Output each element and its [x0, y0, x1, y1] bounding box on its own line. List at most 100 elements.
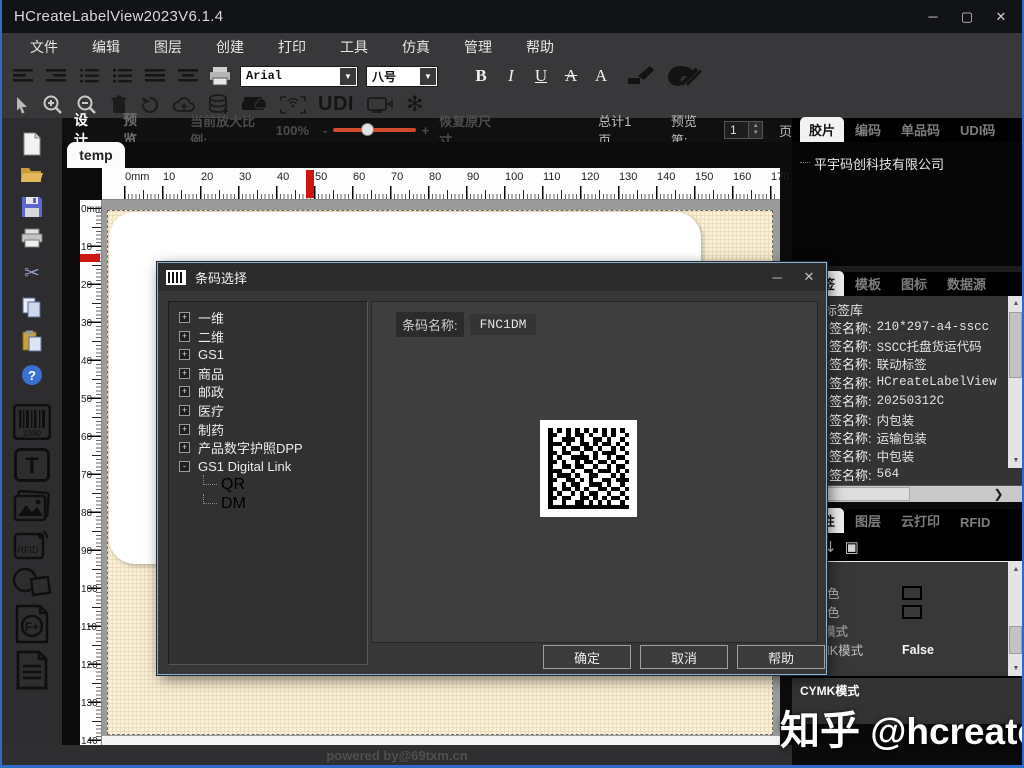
italic-button[interactable]: I: [496, 66, 526, 86]
print-icon[interactable]: [208, 66, 232, 86]
menu-item-4[interactable]: 打印: [264, 34, 320, 60]
zoom-in-icon[interactable]: [42, 94, 64, 116]
color-swatch[interactable]: [902, 586, 922, 600]
align-justify-icon[interactable]: [145, 68, 167, 84]
bold-button[interactable]: B: [466, 66, 496, 86]
tree-child-node[interactable]: DM: [203, 494, 246, 513]
scroll-up-icon[interactable]: ▲: [1008, 296, 1024, 311]
tab-labels-1[interactable]: 模板: [846, 271, 890, 296]
brush-icon[interactable]: [624, 64, 658, 88]
scroll-right-icon[interactable]: ❯: [990, 486, 1007, 502]
expand-icon[interactable]: +: [179, 442, 190, 453]
tree-node[interactable]: +邮政: [179, 382, 224, 401]
tree-node[interactable]: +二维: [179, 327, 224, 346]
list-item[interactable]: +标签名称:联动标签: [800, 355, 998, 373]
scroll-down-icon[interactable]: ▼: [1008, 453, 1024, 468]
align-right-icon[interactable]: [46, 68, 68, 84]
menu-item-5[interactable]: 工具: [326, 34, 382, 60]
help-icon[interactable]: ?: [21, 364, 43, 386]
color-swatch[interactable]: [902, 605, 922, 619]
tree-node[interactable]: +GS1: [179, 345, 224, 364]
help-button[interactable]: 帮助: [737, 645, 825, 669]
tab-props-3[interactable]: RFID: [951, 512, 999, 533]
tab-props-2[interactable]: 云打印: [892, 508, 949, 533]
tree-node[interactable]: +制药: [179, 420, 224, 439]
menu-item-6[interactable]: 仿真: [388, 34, 444, 60]
page-number-stepper[interactable]: ▲▼: [749, 121, 763, 139]
save-icon[interactable]: [21, 196, 43, 218]
tree-node[interactable]: +产品数字护照DPP: [179, 438, 303, 457]
ok-button[interactable]: 确定: [543, 645, 631, 669]
vertical-scrollbar[interactable]: ▲ ▼: [1008, 562, 1024, 676]
video-camera-icon[interactable]: [366, 95, 396, 115]
udi-button[interactable]: UDI: [318, 93, 354, 116]
barcode-tool-icon[interactable]: 2390: [13, 404, 51, 440]
close-button[interactable]: ✕: [986, 4, 1016, 30]
tab-labels-2[interactable]: 图标: [892, 271, 936, 296]
expand-icon[interactable]: +: [179, 424, 190, 435]
list-item[interactable]: +标签名称:运输包装: [800, 428, 998, 446]
document-tool-icon[interactable]: [15, 650, 49, 690]
list-item[interactable]: +标签名称:中包装: [800, 447, 998, 465]
tree-node[interactable]: +商品: [179, 364, 224, 383]
cursor-icon[interactable]: [14, 96, 30, 114]
menu-item-2[interactable]: 图层: [140, 34, 196, 60]
categorized-icon[interactable]: ▣: [845, 538, 859, 556]
scroll-down-icon[interactable]: ▼: [1008, 661, 1024, 676]
font-size-select[interactable]: 八号 ▼: [366, 66, 438, 87]
bulleted-list-icon[interactable]: [112, 68, 134, 84]
numbered-list-icon[interactable]: [79, 68, 101, 84]
company-tree-item[interactable]: 平宇码创科技有限公司: [814, 154, 944, 173]
expand-icon[interactable]: +: [179, 386, 190, 397]
menu-item-3[interactable]: 创建: [202, 34, 258, 60]
dialog-close-button[interactable]: ✕: [794, 263, 824, 291]
tab-labels-3[interactable]: 数据源: [938, 271, 995, 296]
underline-button[interactable]: U: [526, 66, 556, 86]
align-center-icon[interactable]: [178, 68, 200, 84]
cancel-button[interactable]: 取消: [640, 645, 728, 669]
menu-item-0[interactable]: 文件: [16, 34, 72, 60]
tab-props-1[interactable]: 图层: [846, 508, 890, 533]
image-tool-icon[interactable]: [13, 490, 51, 524]
maximize-button[interactable]: ▢: [952, 4, 982, 30]
minimize-button[interactable]: ─: [918, 4, 948, 30]
zoom-slider-thumb[interactable]: [361, 123, 374, 136]
ai-spiral-icon[interactable]: ✻: [406, 92, 424, 117]
cut-icon[interactable]: ✂: [24, 262, 40, 285]
palette-icon[interactable]: [666, 64, 704, 88]
shapes-tool-icon[interactable]: [12, 566, 52, 598]
tree-node[interactable]: +一维: [179, 308, 224, 327]
font-color-button[interactable]: A: [586, 66, 616, 86]
list-item[interactable]: +标签名称:210*297-a4-sscc: [800, 318, 998, 336]
menu-item-8[interactable]: 帮助: [512, 34, 568, 60]
tab-film-0[interactable]: 胶片: [800, 117, 844, 142]
scrollbar-thumb[interactable]: [1009, 626, 1022, 654]
tab-film-1[interactable]: 编码: [846, 117, 890, 142]
zoom-minus-button[interactable]: -: [323, 123, 327, 138]
copy-icon[interactable]: [21, 296, 43, 318]
list-item[interactable]: +标签名称:内包装: [800, 410, 998, 428]
dialog-minimize-button[interactable]: ─: [762, 263, 792, 291]
list-item[interactable]: +标签名称:SSCC托盘货运代码: [800, 336, 998, 354]
zoom-plus-button[interactable]: +: [422, 123, 430, 138]
function-tool-icon[interactable]: F+: [14, 604, 50, 644]
tab-film-2[interactable]: 单品码: [892, 117, 949, 142]
rfid-tool-icon[interactable]: RFID: [13, 528, 51, 562]
open-folder-icon[interactable]: [20, 164, 44, 184]
tree-child-node[interactable]: QR: [203, 475, 245, 494]
expand-icon[interactable]: +: [179, 368, 190, 379]
expand-icon[interactable]: +: [179, 405, 190, 416]
expand-icon[interactable]: -: [179, 461, 190, 472]
tree-node[interactable]: -GS1 Digital Link: [179, 457, 291, 476]
page-number-input[interactable]: 1: [724, 121, 749, 139]
expand-icon[interactable]: +: [179, 331, 190, 342]
tab-film-3[interactable]: UDI码: [951, 117, 1004, 142]
align-left-icon[interactable]: [13, 68, 35, 84]
vertical-scrollbar[interactable]: ▲ ▼: [1008, 296, 1024, 468]
tree-node[interactable]: +医疗: [179, 401, 224, 420]
expand-icon[interactable]: +: [179, 312, 190, 323]
new-file-icon[interactable]: [22, 132, 42, 156]
expand-icon[interactable]: +: [179, 349, 190, 360]
strikethrough-button[interactable]: A: [556, 66, 586, 86]
text-tool-icon[interactable]: T: [14, 448, 50, 482]
